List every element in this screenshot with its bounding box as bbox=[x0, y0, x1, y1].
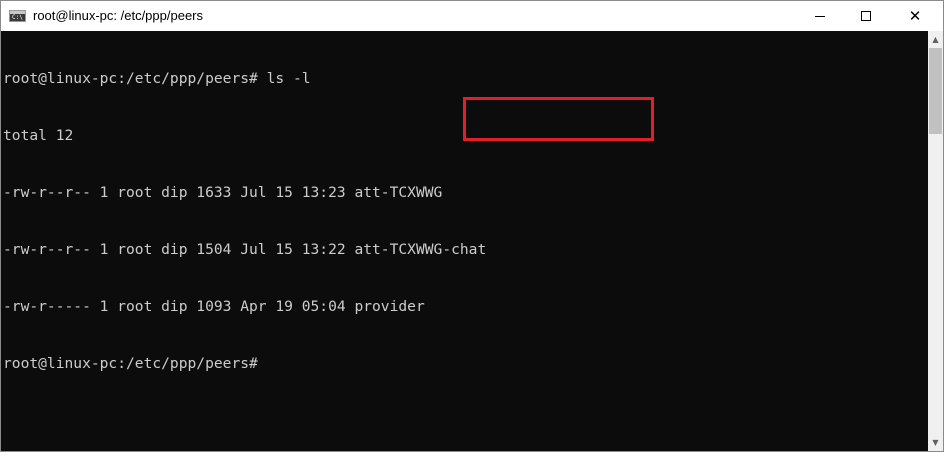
title-bar[interactable]: C:\ root@linux-pc: /etc/ppp/peers ✕ bbox=[1, 1, 943, 31]
console-app-icon[interactable]: C:\ bbox=[9, 10, 26, 22]
minimize-icon bbox=[815, 15, 825, 17]
terminal-line: root@linux-pc:/etc/ppp/peers# ls -l bbox=[3, 69, 928, 88]
minimize-button[interactable] bbox=[797, 1, 843, 31]
terminal-line: total 12 bbox=[3, 126, 928, 145]
vertical-scrollbar[interactable]: ▲ ▼ bbox=[928, 31, 943, 451]
scroll-down-button[interactable]: ▼ bbox=[928, 434, 943, 451]
terminal-line-text: -rw-r----- 1 root dip 1093 Apr 19 05:04 bbox=[3, 298, 355, 315]
terminal-line-text: -rw-r--r-- 1 root dip 1633 Jul 15 13:23 bbox=[3, 184, 355, 201]
terminal-window: C:\ root@linux-pc: /etc/ppp/peers ✕ root… bbox=[0, 0, 944, 452]
scroll-down-icon: ▼ bbox=[932, 438, 939, 447]
terminal-line-text: root@linux-pc:/etc/ppp/peers# ls -l bbox=[3, 70, 311, 87]
close-icon: ✕ bbox=[908, 7, 922, 25]
terminal-line: -rw-r----- 1 root dip 1093 Apr 19 05:04 … bbox=[3, 297, 928, 316]
terminal-file-name: att-TCXWWG bbox=[354, 184, 443, 201]
maximize-button[interactable] bbox=[843, 1, 889, 31]
scroll-up-button[interactable]: ▲ bbox=[928, 31, 943, 48]
console-app-icon-glyph: C:\ bbox=[12, 14, 23, 21]
terminal-line: -rw-r--r-- 1 root dip 1504 Jul 15 13:22 … bbox=[3, 240, 928, 259]
terminal-line-text: -rw-r--r-- 1 root dip 1504 Jul 15 13:22 bbox=[3, 241, 355, 258]
terminal-line: root@linux-pc:/etc/ppp/peers# bbox=[3, 354, 928, 373]
terminal-line-text: total 12 bbox=[3, 127, 74, 144]
window-title: root@linux-pc: /etc/ppp/peers bbox=[33, 8, 204, 23]
close-button[interactable]: ✕ bbox=[892, 1, 938, 31]
terminal-line: -rw-r--r-- 1 root dip 1633 Jul 15 13:23 … bbox=[3, 183, 928, 202]
maximize-icon bbox=[861, 11, 871, 21]
scroll-up-icon: ▲ bbox=[932, 35, 939, 44]
scroll-thumb[interactable] bbox=[929, 48, 942, 134]
terminal-file-name: att-TCXWWG-chat bbox=[354, 241, 487, 258]
terminal-file-name: provider bbox=[354, 298, 425, 315]
terminal-output[interactable]: root@linux-pc:/etc/ppp/peers# ls -l tota… bbox=[1, 31, 928, 451]
terminal-line-text: root@linux-pc:/etc/ppp/peers# bbox=[3, 355, 258, 372]
